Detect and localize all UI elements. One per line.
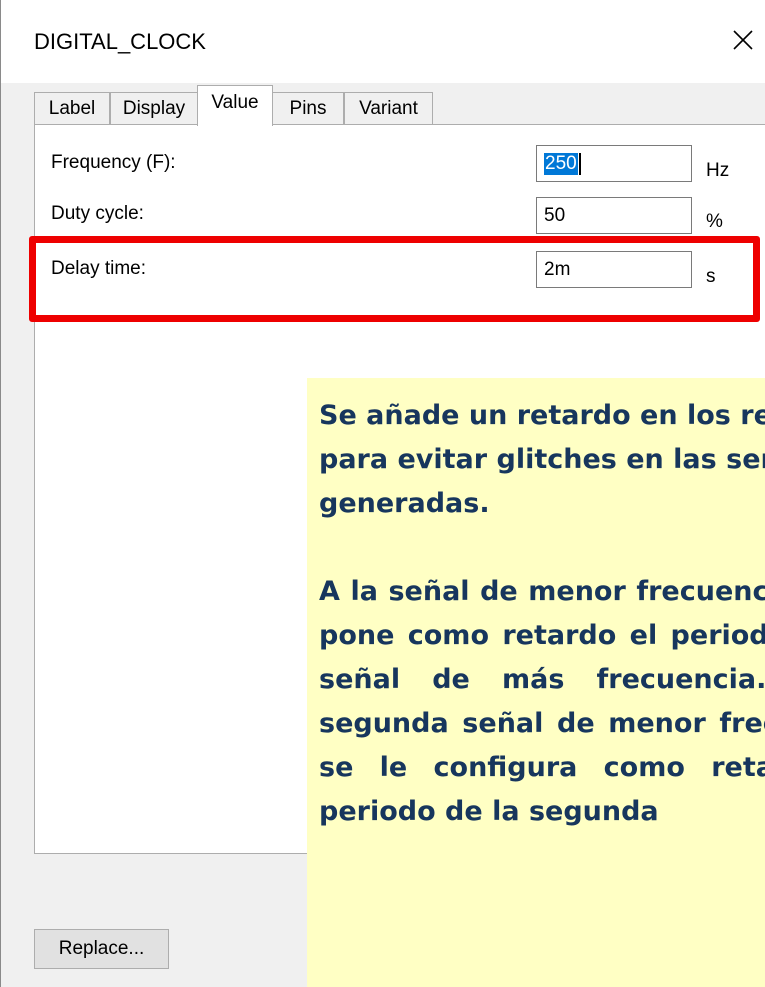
- delay-time-highlight: [29, 236, 760, 322]
- text-caret: [578, 152, 581, 175]
- replace-button[interactable]: Replace...: [34, 929, 169, 969]
- annotation-paragraph-2: A la señal de menor frecuencia se le pon…: [319, 576, 765, 827]
- frequency-input[interactable]: 250: [536, 145, 692, 182]
- close-icon: [733, 30, 753, 50]
- duty-cycle-unit: %: [706, 211, 723, 232]
- window-title: DIGITAL_CLOCK: [34, 29, 206, 54]
- tab-variant[interactable]: Variant: [344, 92, 433, 124]
- frequency-value: 250: [544, 152, 578, 175]
- duty-cycle-value: 50: [544, 204, 566, 226]
- duty-cycle-label: Duty cycle:: [51, 203, 144, 224]
- tab-bar: Label Display Value Pins Variant: [1, 85, 765, 126]
- tab-pins[interactable]: Pins: [272, 92, 344, 124]
- annotation-text: Se añade un retardo en los relojes para …: [319, 394, 765, 834]
- frequency-label: Frequency (F):: [51, 152, 176, 173]
- annotation-paragraph-1: Se añade un retardo en los relojes para …: [319, 400, 765, 519]
- tab-label[interactable]: Label: [34, 92, 110, 124]
- tab-value[interactable]: Value: [197, 85, 273, 126]
- properties-dialog: DIGITAL_CLOCK Label Display Value Pins V…: [0, 0, 765, 987]
- tab-display[interactable]: Display: [110, 92, 198, 124]
- close-button[interactable]: [723, 20, 763, 60]
- duty-cycle-input[interactable]: 50: [536, 197, 692, 234]
- title-bar: DIGITAL_CLOCK: [1, 0, 765, 83]
- frequency-unit: Hz: [706, 160, 730, 181]
- annotation-note: Se añade un retardo en los relojes para …: [307, 378, 765, 987]
